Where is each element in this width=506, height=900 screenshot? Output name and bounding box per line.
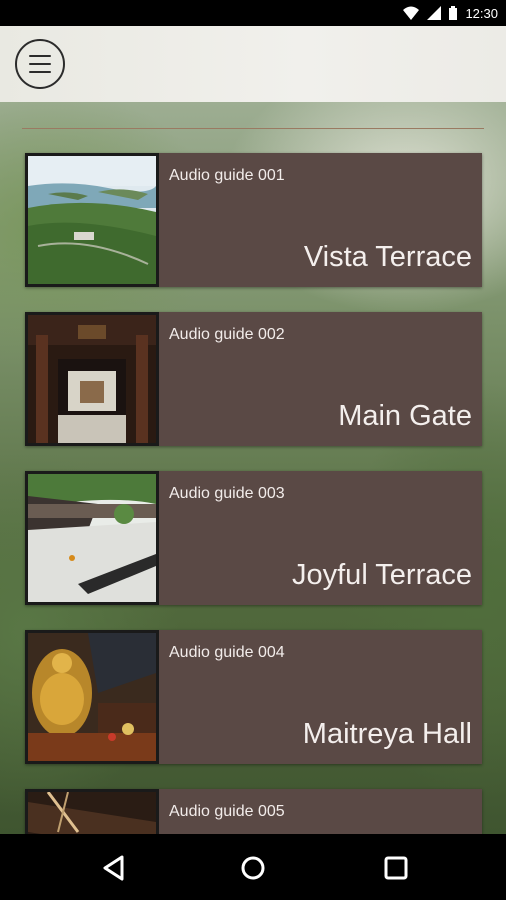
guide-title: Maitreya Hall [302,718,472,750]
navigation-bar [0,834,506,900]
audio-guide-005-thumbnail [25,789,159,834]
cellular-signal-icon [427,6,442,20]
home-circle-icon[interactable] [239,854,267,882]
battery-icon [449,6,458,20]
joyful-terrace-thumbnail [25,471,159,605]
maitreya-hall-thumbnail [25,630,159,764]
header-divider [22,128,484,129]
status-bar: 12:30 [0,0,506,26]
guide-number-label: Audio guide 005 [169,803,285,820]
guide-title: Vista Terrace [303,241,472,273]
main-gate-thumbnail [25,312,159,446]
hamburger-menu-icon[interactable] [15,39,65,89]
guide-title: Joyful Terrace [292,559,472,591]
audio-guide-item-005[interactable]: Audio guide 005 [25,789,482,834]
guide-title: Main Gate [338,400,472,432]
audio-guide-item-002[interactable]: Audio guide 002 Main Gate [25,312,482,446]
status-time: 12:30 [465,5,498,21]
audio-guide-item-003[interactable]: Audio guide 003 Joyful Terrace [25,471,482,605]
vista-terrace-thumbnail [25,153,159,287]
recents-square-icon[interactable] [382,854,410,882]
guide-number-label: Audio guide 004 [169,644,285,661]
audio-guide-item-001[interactable]: Audio guide 001 Vista Terrace [25,153,482,287]
guide-number-label: Audio guide 001 [169,167,285,184]
guide-number-label: Audio guide 002 [169,326,285,343]
audio-guide-item-004[interactable]: Audio guide 004 Maitreya Hall [25,630,482,764]
guide-number-label: Audio guide 003 [169,485,285,502]
back-triangle-icon[interactable] [100,854,128,882]
wifi-icon [403,6,420,20]
app-header [0,26,506,102]
